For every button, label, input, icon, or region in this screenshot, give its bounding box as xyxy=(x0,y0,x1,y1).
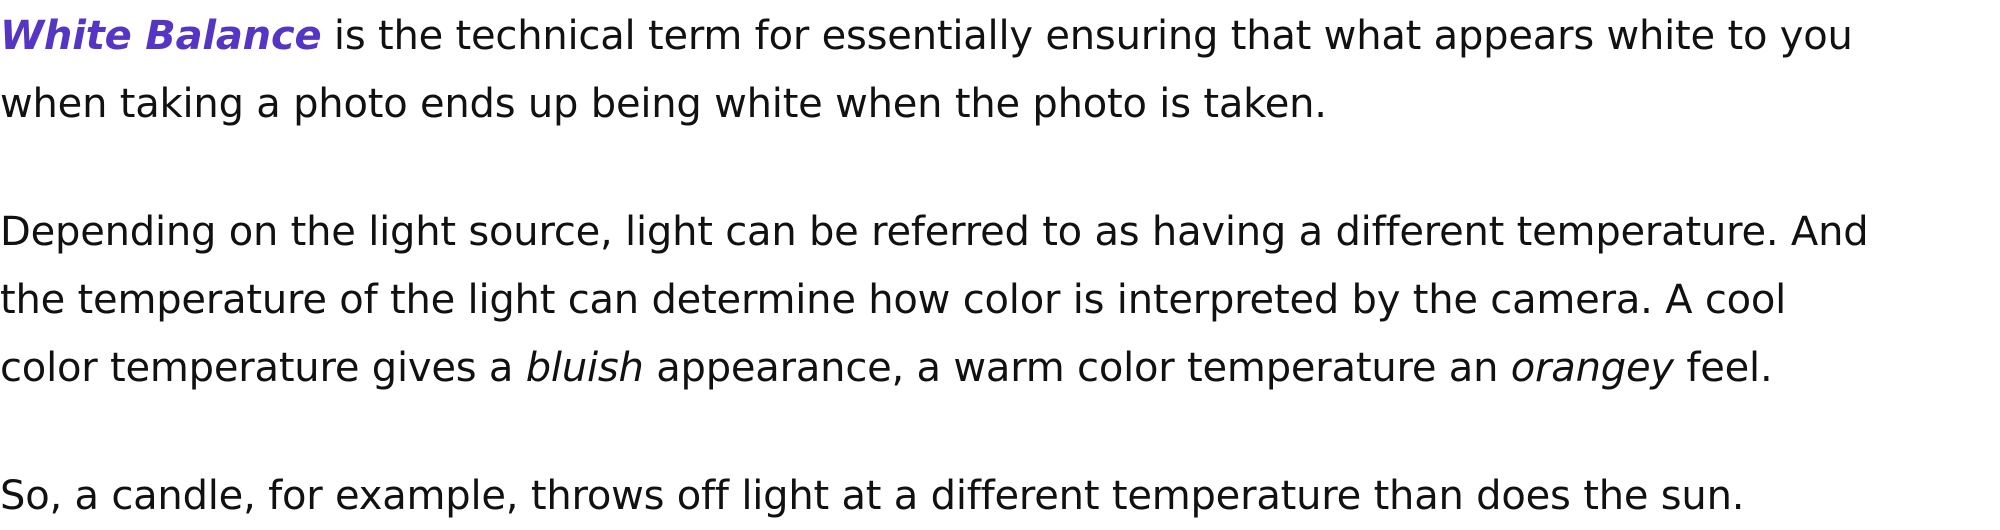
paragraph-white-balance-definition: White Balance is the technical term for … xyxy=(0,2,1853,138)
paragraph-2-line-2: the temperature of the light can determi… xyxy=(0,277,1787,323)
paragraph-light-temperature: Depending on the light source, light can… xyxy=(0,198,1869,402)
paragraph-1-line-1: White Balance is the technical term for … xyxy=(0,2,1853,70)
paragraph-2-line-3-start: color temperature gives a xyxy=(0,345,526,391)
paragraph-2-line-3-end: feel. xyxy=(1673,345,1773,391)
paragraph-2-line-1: Depending on the light source, light can… xyxy=(0,209,1869,255)
term-white-balance: White Balance xyxy=(0,13,322,59)
emphasis-orangey: orangey xyxy=(1510,345,1674,391)
paragraph-3-line-1: So, a candle, for example, throws off li… xyxy=(0,473,1745,519)
paragraph-1-line-2: when taking a photo ends up being white … xyxy=(0,81,1327,127)
emphasis-bluish: bluish xyxy=(525,345,644,391)
paragraph-2-line-3: color temperature gives a bluish appeara… xyxy=(0,334,1868,402)
paragraph-candle-example: So, a candle, for example, throws off li… xyxy=(0,462,1744,530)
paragraph-1-line-1-text: is the technical term for essentially en… xyxy=(321,13,1853,59)
paragraph-2-line-3-mid: appearance, a warm color temperature an xyxy=(643,345,1511,391)
